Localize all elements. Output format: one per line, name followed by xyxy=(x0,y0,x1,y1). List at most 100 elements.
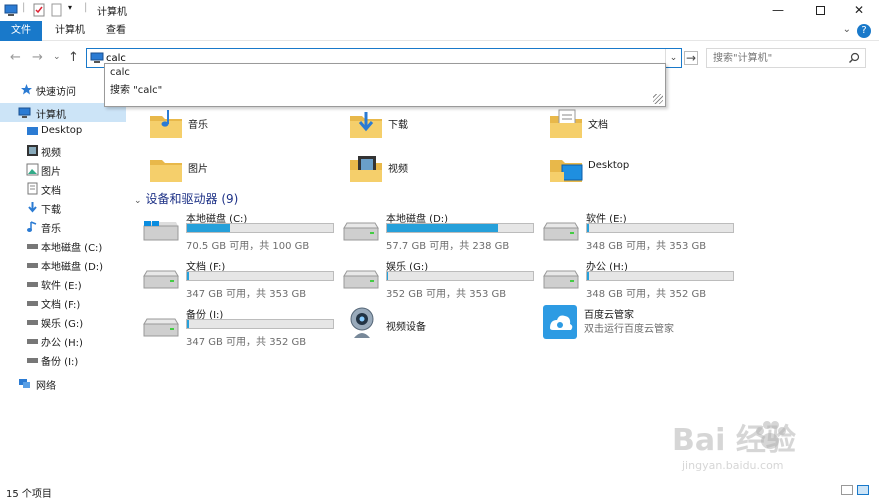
status-bar: 15 个项目 xyxy=(0,480,879,500)
drive-usage-bar xyxy=(386,223,534,233)
sidebar-item-drive-c[interactable]: 本地磁盘 (C:) xyxy=(0,236,126,255)
video-icon xyxy=(27,145,38,156)
music-icon xyxy=(27,221,37,232)
address-dropdown-icon[interactable]: ⌄ xyxy=(665,49,681,67)
drive-d[interactable]: 本地磁盘 (D:) 57.7 GB 可用，共 238 GB xyxy=(342,210,542,252)
drive-usage-bar xyxy=(586,271,734,281)
drive-usage-bar xyxy=(186,319,334,329)
minimize-button[interactable]: — xyxy=(758,0,798,20)
star-icon xyxy=(21,84,32,95)
sidebar-item-drive-f[interactable]: 文档 (F:) xyxy=(0,293,126,312)
new-folder-icon[interactable] xyxy=(50,3,64,17)
drive-e[interactable]: 软件 (E:) 348 GB 可用，共 353 GB xyxy=(542,210,742,252)
drive-usage-bar xyxy=(386,271,534,281)
folder-name: 下载 xyxy=(388,120,408,131)
search-input[interactable] xyxy=(713,51,843,65)
tab-file[interactable]: 文件 xyxy=(0,21,42,41)
drive-icon xyxy=(27,301,38,306)
sidebar-item-drive-g[interactable]: 娱乐 (G:) xyxy=(0,312,126,331)
sidebar-item-pictures[interactable]: 图片 xyxy=(0,160,126,179)
folder-name: 图片 xyxy=(188,164,208,175)
sidebar-item-drive-d[interactable]: 本地磁盘 (D:) xyxy=(0,255,126,274)
autocomplete-item-search[interactable]: 搜索 "calc" xyxy=(110,81,162,96)
drive-info: 347 GB 可用，共 353 GB xyxy=(186,289,307,300)
sidebar-item-label: 视频 xyxy=(41,148,61,159)
folder-desktop[interactable]: Desktop xyxy=(548,150,738,190)
properties-icon[interactable] xyxy=(32,3,46,17)
go-button[interactable]: → xyxy=(684,51,698,65)
sidebar-item-label: 备份 (I:) xyxy=(41,357,79,368)
devices-section-header[interactable]: ⌄ 设备和驱动器 (9) xyxy=(134,190,238,207)
recent-locations-icon[interactable]: ⌄ xyxy=(53,52,61,62)
sidebar-item-drive-h[interactable]: 办公 (H:) xyxy=(0,331,126,350)
folder-downloads[interactable]: 下载 xyxy=(348,106,538,146)
sidebar-item-network[interactable]: 网络 xyxy=(0,374,126,393)
tab-computer[interactable]: 计算机 xyxy=(46,21,94,41)
drive-usage-bar xyxy=(186,223,334,233)
back-icon[interactable]: ← xyxy=(10,50,21,65)
app-baiduyun[interactable]: 百度云管家 双击运行百度云管家 xyxy=(542,304,762,344)
up-icon[interactable]: ↑ xyxy=(68,50,79,65)
maximize-icon xyxy=(815,5,825,15)
sidebar-item-label: 办公 (H:) xyxy=(41,338,83,349)
close-icon: ✕ xyxy=(853,3,865,17)
sidebar-item-label: 本地磁盘 (C:) xyxy=(41,243,103,254)
drive-g[interactable]: 娱乐 (G:) 352 GB 可用，共 353 GB xyxy=(342,258,542,300)
windows-drive-icon xyxy=(143,221,179,241)
tiles-view-icon[interactable] xyxy=(857,485,869,495)
sidebar-item-videos[interactable]: 视频 xyxy=(0,141,126,160)
sidebar-item-label: 文档 (F:) xyxy=(41,300,81,311)
drive-info: 352 GB 可用，共 353 GB xyxy=(386,289,507,300)
video-folder-icon xyxy=(350,156,382,182)
sidebar-item-music[interactable]: 音乐 xyxy=(0,217,126,236)
drive-icon xyxy=(27,244,38,249)
sidebar-item-label: 图片 xyxy=(41,167,61,178)
drive-c[interactable]: 本地磁盘 (C:) 70.5 GB 可用，共 100 GB xyxy=(142,210,342,252)
drive-icon xyxy=(27,339,38,344)
folder-name: 视频 xyxy=(388,164,408,175)
sidebar-item-desktop[interactable]: Desktop xyxy=(0,122,126,141)
drive-info: 348 GB 可用，共 352 GB xyxy=(586,289,707,300)
drive-icon xyxy=(543,270,579,289)
help-icon[interactable]: ? xyxy=(857,24,871,38)
sidebar-item-label: 软件 (E:) xyxy=(41,281,82,292)
computer-icon[interactable] xyxy=(4,3,18,17)
minimize-icon: — xyxy=(772,3,784,17)
search-icon[interactable] xyxy=(848,52,860,64)
folder-pictures[interactable]: 图片 xyxy=(148,150,338,190)
drive-usage-fill xyxy=(587,224,590,232)
forward-icon[interactable]: → xyxy=(32,50,43,65)
sidebar-item-documents[interactable]: 文档 xyxy=(0,179,126,198)
drive-info: 347 GB 可用，共 352 GB xyxy=(186,337,307,348)
drive-usage-fill xyxy=(587,272,589,280)
customize-qat-icon[interactable]: ▾ xyxy=(68,3,72,12)
sidebar-item-downloads[interactable]: 下载 xyxy=(0,198,126,217)
drive-icon xyxy=(343,270,379,289)
desktop-icon xyxy=(27,127,38,135)
details-view-icon[interactable] xyxy=(841,485,853,495)
sidebar-item-drive-i[interactable]: 备份 (I:) xyxy=(0,350,126,369)
drive-h[interactable]: 办公 (H:) 348 GB 可用，共 352 GB xyxy=(542,258,742,300)
close-button[interactable]: ✕ xyxy=(839,0,879,20)
drive-i[interactable]: 备份 (I:) 347 GB 可用，共 352 GB xyxy=(142,306,342,348)
folder-music[interactable]: 音乐 xyxy=(148,106,338,146)
maximize-button[interactable] xyxy=(800,0,840,20)
search-box[interactable] xyxy=(706,48,866,68)
watermark: Bai 经验 jingyan.baidu.com xyxy=(672,415,872,485)
folder-documents[interactable]: 文档 xyxy=(548,106,738,146)
sidebar-item-drive-e[interactable]: 软件 (E:) xyxy=(0,274,126,293)
app-name: 百度云管家 xyxy=(584,310,634,321)
watermark-url: jingyan.baidu.com xyxy=(682,459,784,472)
drive-usage-bar xyxy=(586,223,734,233)
folder-videos[interactable]: 视频 xyxy=(348,150,538,190)
expand-ribbon-icon[interactable]: ⌄ xyxy=(843,24,851,35)
autocomplete-item-calc[interactable]: calc xyxy=(110,67,130,78)
device-webcam[interactable]: 视频设备 xyxy=(344,304,534,344)
webcam-icon xyxy=(350,307,374,338)
drive-f[interactable]: 文档 (F:) 347 GB 可用，共 353 GB xyxy=(142,258,342,300)
autocomplete-dropdown: calc 搜索 "calc" xyxy=(104,63,666,107)
resize-grip-icon[interactable] xyxy=(653,94,663,104)
sidebar-item-label: 快速访问 xyxy=(36,87,76,98)
sidebar-item-label: 计算机 xyxy=(36,110,66,121)
tab-view[interactable]: 查看 xyxy=(97,21,135,41)
